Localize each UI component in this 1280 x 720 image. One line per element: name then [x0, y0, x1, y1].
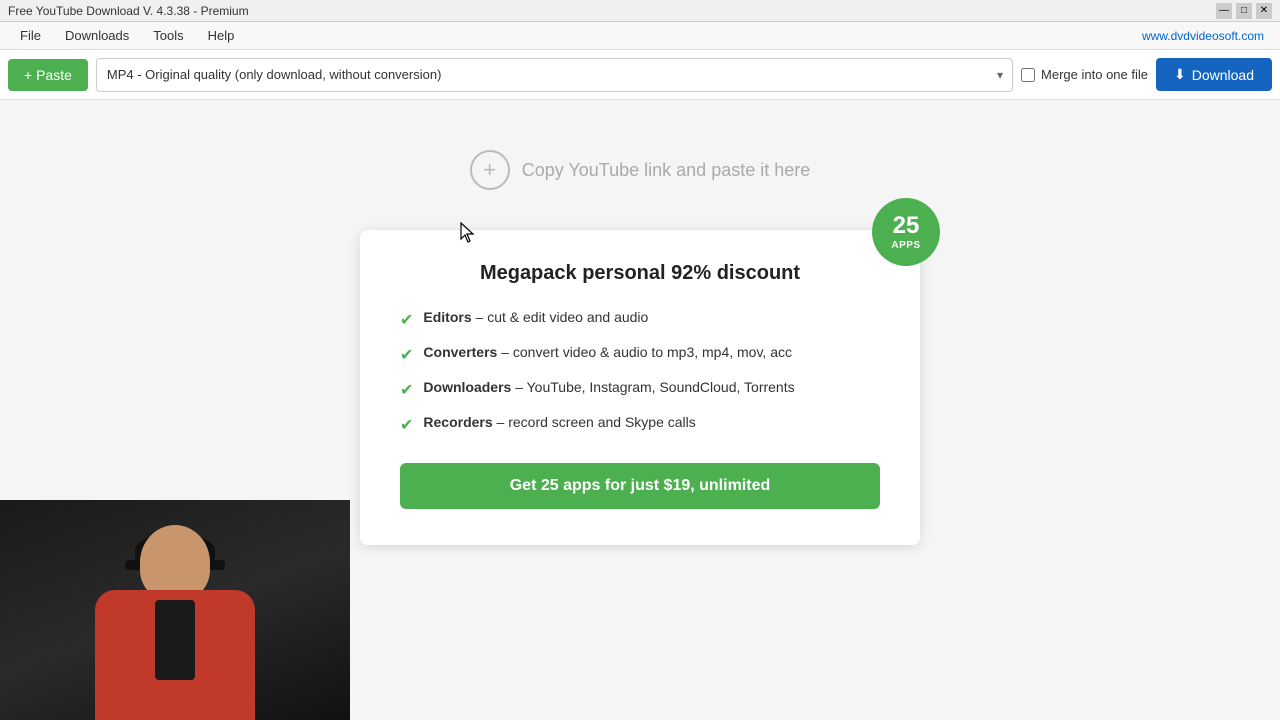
head [140, 525, 210, 600]
promo-badge: 25 APPS [872, 198, 940, 266]
feature-recorders-bold: Recorders [423, 414, 492, 430]
title-bar: Free YouTube Download V. 4.3.38 - Premiu… [0, 0, 1280, 22]
maximize-button[interactable]: □ [1236, 3, 1252, 19]
check-icon-downloaders: ✔ [400, 380, 413, 400]
check-icon-editors: ✔ [400, 310, 413, 330]
promo-features: ✔ Editors – cut & edit video and audio ✔… [400, 309, 880, 435]
merge-option: Merge into one file [1021, 67, 1148, 82]
check-icon-recorders: ✔ [400, 415, 413, 435]
feature-recorders-rest: – record screen and Skype calls [493, 414, 696, 430]
app-title: Free YouTube Download V. 4.3.38 - Premiu… [8, 4, 249, 18]
feature-converters-rest: – convert video & audio to mp3, mp4, mov… [497, 344, 792, 360]
promo-badge-text: APPS [891, 240, 920, 251]
promo-cta-button[interactable]: Get 25 apps for just $19, unlimited [400, 463, 880, 509]
menu-file[interactable]: File [8, 24, 53, 47]
feature-downloaders-bold: Downloaders [423, 379, 511, 395]
paste-circle-icon[interactable]: + [470, 150, 510, 190]
webcam-person [0, 500, 350, 720]
menu-downloads[interactable]: Downloads [53, 24, 141, 47]
minimize-button[interactable]: — [1216, 3, 1232, 19]
feature-editors-rest: – cut & edit video and audio [472, 309, 649, 325]
promo-badge-number: 25 [893, 213, 920, 239]
toolbar: + Paste MP4 - Original quality (only dow… [0, 50, 1280, 100]
feature-editors: ✔ Editors – cut & edit video and audio [400, 309, 880, 330]
main-content: + Copy YouTube link and paste it here 25… [0, 100, 1280, 720]
merge-checkbox[interactable] [1021, 68, 1035, 82]
feature-converters-bold: Converters [423, 344, 497, 360]
feature-downloaders-rest: – YouTube, Instagram, SoundCloud, Torren… [511, 379, 794, 395]
download-icon: ⬇ [1174, 66, 1186, 83]
download-button[interactable]: ⬇ Download [1156, 58, 1272, 91]
feature-recorders: ✔ Recorders – record screen and Skype ca… [400, 414, 880, 435]
format-select[interactable]: MP4 - Original quality (only download, w… [96, 58, 1013, 92]
feature-downloaders: ✔ Downloaders – YouTube, Instagram, Soun… [400, 379, 880, 400]
menu-items: File Downloads Tools Help [8, 24, 246, 47]
check-icon-converters: ✔ [400, 345, 413, 365]
feature-editors-bold: Editors [423, 309, 471, 325]
menu-help[interactable]: Help [196, 24, 247, 47]
menu-tools[interactable]: Tools [141, 24, 195, 47]
feature-converters: ✔ Converters – convert video & audio to … [400, 344, 880, 365]
paste-button[interactable]: + Paste [8, 59, 88, 91]
paste-area: + Copy YouTube link and paste it here [470, 150, 811, 190]
format-select-wrapper: MP4 - Original quality (only download, w… [96, 58, 1013, 92]
close-button[interactable]: ✕ [1256, 3, 1272, 19]
menu-bar: File Downloads Tools Help www.dvdvideoso… [0, 22, 1280, 50]
webcam-overlay [0, 500, 350, 720]
site-link[interactable]: www.dvdvideosoft.com [1142, 29, 1272, 43]
merge-label: Merge into one file [1041, 67, 1148, 82]
download-label: Download [1192, 67, 1254, 83]
promo-title: Megapack personal 92% discount [400, 262, 880, 285]
jacket [95, 590, 255, 720]
window-controls: — □ ✕ [1216, 3, 1272, 19]
paste-hint-text: Copy YouTube link and paste it here [522, 160, 811, 181]
promo-card: 25 APPS Megapack personal 92% discount ✔… [360, 230, 920, 545]
